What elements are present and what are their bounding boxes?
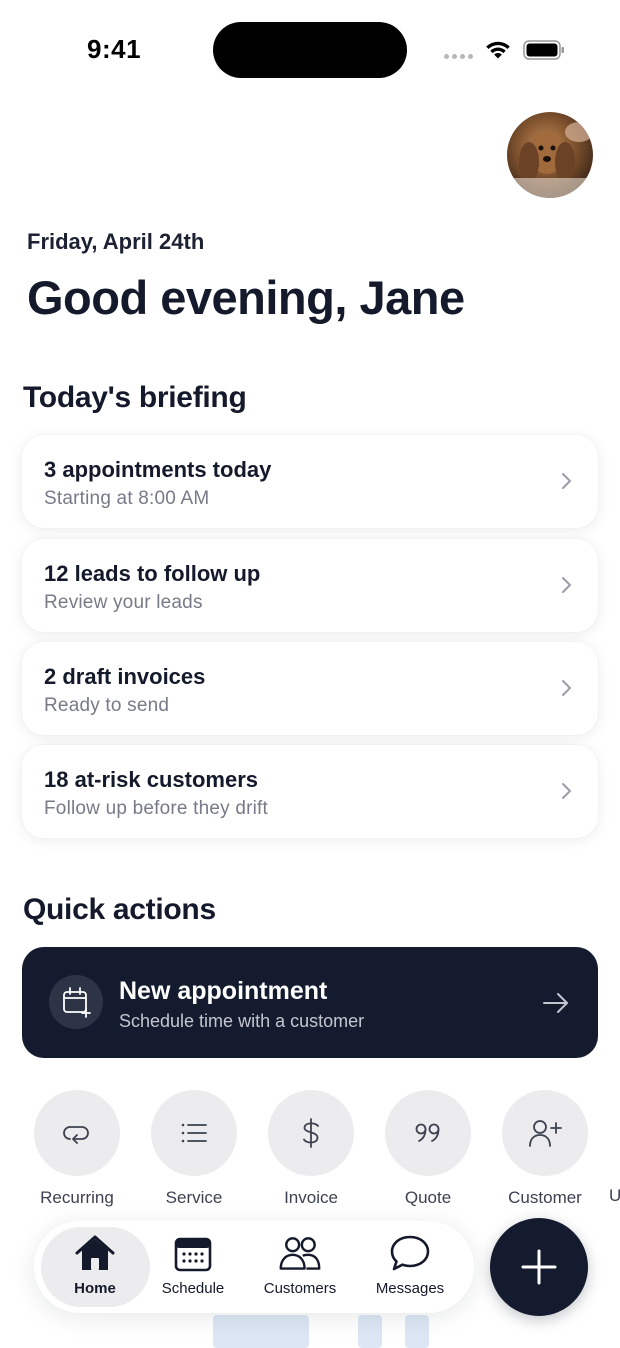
people-icon bbox=[279, 1237, 321, 1270]
add-person-icon bbox=[502, 1090, 588, 1176]
quick-action-customer[interactable]: Customer bbox=[490, 1090, 600, 1208]
chevron-right-icon bbox=[562, 783, 571, 799]
briefing-section-title: Today's briefing bbox=[23, 381, 247, 414]
quick-action-label-cut-off: U bbox=[609, 1186, 620, 1205]
briefing-card-title: 18 at-risk customers bbox=[44, 767, 258, 792]
faded-content-block bbox=[358, 1315, 382, 1348]
chat-bubble-icon bbox=[390, 1235, 430, 1271]
briefing-card-title: 2 draft invoices bbox=[44, 664, 206, 689]
briefing-card-leads[interactable]: 12 leads to follow up Review your leads bbox=[22, 539, 598, 632]
quick-action-label: Customer bbox=[508, 1188, 582, 1207]
briefing-card-appointments[interactable]: 3 appointments today Starting at 8:00 AM bbox=[22, 435, 598, 528]
quick-action-label: Service bbox=[165, 1188, 223, 1207]
faded-content-block bbox=[405, 1315, 429, 1348]
dollar-icon bbox=[268, 1090, 354, 1176]
new-appointment-title: New appointment bbox=[119, 977, 328, 1005]
briefing-card-invoices[interactable]: 2 draft invoices Ready to send bbox=[22, 642, 598, 735]
tab-schedule[interactable]: Schedule bbox=[153, 1233, 233, 1297]
home-icon bbox=[75, 1235, 115, 1270]
briefing-card-title: 12 leads to follow up bbox=[44, 561, 261, 586]
briefing-card-at-risk[interactable]: 18 at-risk customers Follow up before th… bbox=[22, 745, 598, 838]
add-fab-button[interactable] bbox=[490, 1218, 588, 1316]
profile-avatar[interactable] bbox=[507, 112, 593, 198]
greeting-title: Good evening, Jane bbox=[27, 271, 465, 324]
tab-messages[interactable]: Messages bbox=[365, 1233, 455, 1297]
quick-action-recurring[interactable]: Recurring bbox=[22, 1090, 132, 1208]
briefing-card-subtitle: Follow up before they drift bbox=[44, 798, 269, 819]
quick-action-label: Invoice bbox=[284, 1188, 338, 1207]
briefing-card-title: 3 appointments today bbox=[44, 457, 272, 482]
current-date: Friday, April 24th bbox=[27, 229, 205, 254]
briefing-card-subtitle: Starting at 8:00 AM bbox=[44, 488, 210, 509]
quick-action-service[interactable]: Service bbox=[139, 1090, 249, 1208]
list-icon bbox=[151, 1090, 237, 1176]
new-appointment-subtitle: Schedule time with a customer bbox=[119, 1011, 365, 1031]
dog-photo-icon bbox=[507, 122, 593, 198]
chevron-right-icon bbox=[562, 577, 571, 593]
plus-icon bbox=[521, 1249, 557, 1285]
status-bar: 9:41 bbox=[0, 0, 620, 100]
quick-action-label: Recurring bbox=[40, 1188, 114, 1207]
quote-icon bbox=[385, 1090, 471, 1176]
quick-actions-section-title: Quick actions bbox=[23, 893, 216, 926]
tab-label: Home bbox=[74, 1280, 116, 1297]
arrow-right-icon bbox=[543, 993, 568, 1013]
tab-label: Schedule bbox=[161, 1280, 225, 1297]
cellular-signal-icon bbox=[444, 54, 473, 59]
faded-content-block bbox=[213, 1315, 309, 1348]
chevron-right-icon bbox=[562, 680, 571, 696]
battery-icon bbox=[523, 40, 564, 60]
quick-action-quote[interactable]: Quote bbox=[373, 1090, 483, 1208]
status-time: 9:41 bbox=[87, 34, 142, 64]
calendar-plus-icon bbox=[49, 975, 103, 1029]
quick-action-invoice[interactable]: Invoice bbox=[256, 1090, 366, 1208]
tab-home[interactable]: Home bbox=[55, 1233, 135, 1297]
dynamic-island bbox=[213, 22, 407, 78]
briefing-card-subtitle: Review your leads bbox=[44, 592, 203, 613]
tab-label: Customers bbox=[263, 1280, 337, 1297]
wifi-icon bbox=[486, 41, 510, 59]
chevron-right-icon bbox=[562, 473, 571, 489]
new-appointment-button[interactable]: New appointment Schedule time with a cus… bbox=[22, 947, 598, 1058]
tab-customers[interactable]: Customers bbox=[255, 1233, 345, 1297]
briefing-card-subtitle: Ready to send bbox=[44, 695, 170, 716]
tab-label: Messages bbox=[375, 1280, 445, 1297]
quick-action-label: Quote bbox=[404, 1188, 452, 1207]
repeat-icon bbox=[34, 1090, 120, 1176]
calendar-icon bbox=[174, 1237, 212, 1272]
